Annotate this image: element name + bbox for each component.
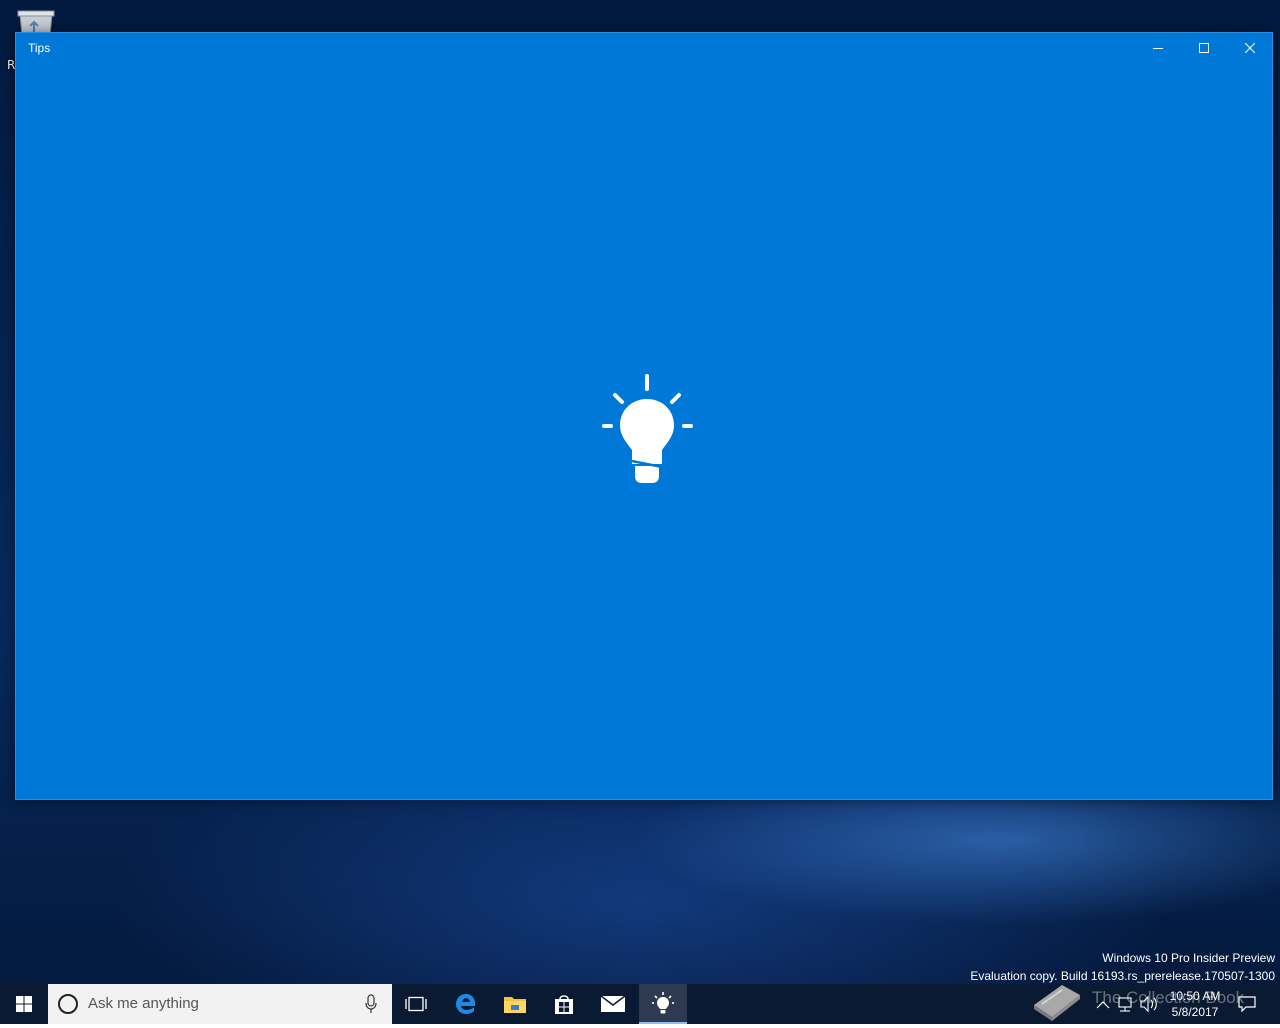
minimize-icon <box>1153 48 1163 49</box>
cortana-icon <box>58 994 78 1014</box>
tips-taskbar-button[interactable] <box>639 984 687 1024</box>
mail-button[interactable] <box>589 984 637 1024</box>
title-bar[interactable]: Tips <box>16 33 1272 63</box>
lightbulb-icon <box>598 373 698 488</box>
evaluation-watermark: Windows 10 Pro Insider Preview Evaluatio… <box>970 949 1275 985</box>
file-explorer-icon <box>504 997 526 1013</box>
clock-time: 10:50 AM <box>1169 989 1221 1003</box>
task-view-button[interactable] <box>392 984 440 1024</box>
taskbar: Ask me anything <box>0 984 1280 1024</box>
mail-icon <box>600 995 626 1012</box>
close-icon <box>1245 43 1255 53</box>
window-title: Tips <box>28 41 51 55</box>
volume-icon[interactable] <box>1140 995 1157 1013</box>
maximize-icon <box>1199 43 1209 53</box>
file-explorer-button[interactable] <box>491 984 539 1024</box>
watermark-line-2: Evaluation copy. Build 16193.rs_prerelea… <box>970 969 1275 983</box>
clock-date: 5/8/2017 <box>1171 1005 1219 1019</box>
desktop: R Tips Windows 10 Pro Insider Preview Ev… <box>0 0 1280 1024</box>
edge-button[interactable] <box>442 984 490 1024</box>
system-tray <box>1093 984 1163 1024</box>
minimize-button[interactable] <box>1135 33 1181 63</box>
microphone-icon[interactable] <box>364 994 378 1014</box>
tips-window: Tips <box>15 32 1273 800</box>
maximize-button[interactable] <box>1181 33 1227 63</box>
start-icon <box>16 996 32 1012</box>
watermark-line-1: Windows 10 Pro Insider Preview <box>1102 951 1275 965</box>
close-button[interactable] <box>1227 33 1273 63</box>
tips-icon <box>652 992 674 1014</box>
store-button[interactable] <box>540 984 588 1024</box>
taskbar-clock[interactable]: 10:50 AM 5/8/2017 <box>1163 988 1227 1020</box>
store-icon <box>555 995 573 1014</box>
task-view-icon <box>405 996 427 1012</box>
book-icon <box>1028 975 1088 1021</box>
cortana-search-box[interactable]: Ask me anything <box>48 984 392 1024</box>
search-input[interactable]: Ask me anything <box>88 995 199 1012</box>
edge-icon <box>456 994 476 1014</box>
chevron-up-icon[interactable] <box>1096 1001 1110 1009</box>
network-icon[interactable] <box>1118 997 1132 1012</box>
start-button[interactable] <box>0 984 48 1024</box>
